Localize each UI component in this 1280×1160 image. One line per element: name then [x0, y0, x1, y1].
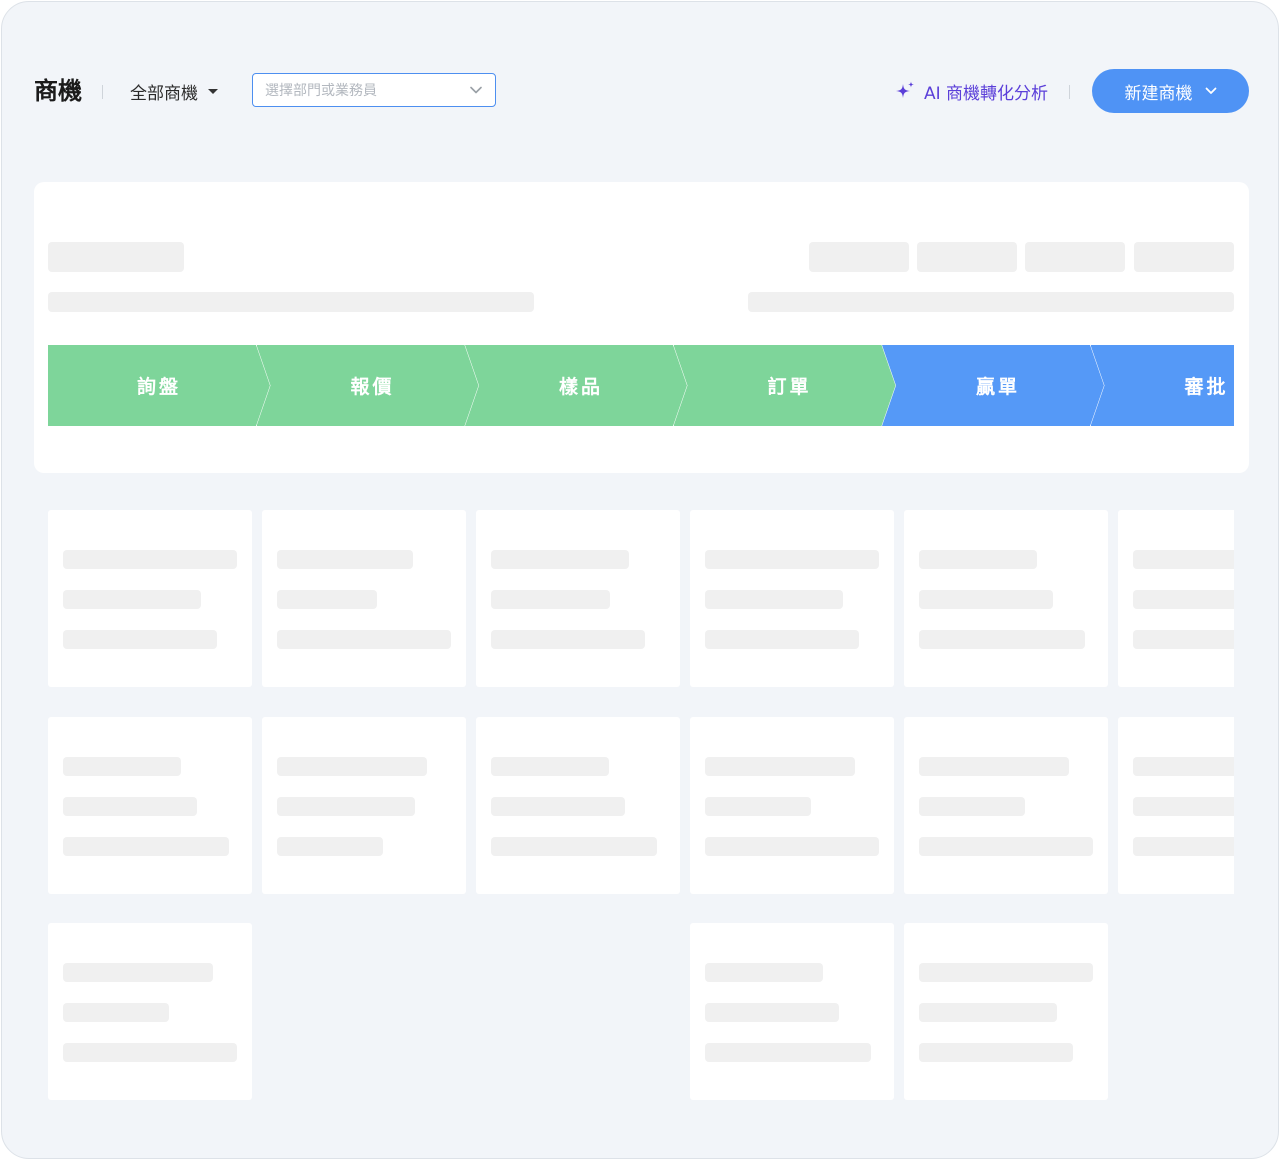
skeleton-line [491, 630, 645, 649]
skeleton-line [277, 796, 415, 816]
skeleton-line [919, 836, 1093, 856]
scope-filter-dropdown[interactable]: 全部商機 [118, 74, 230, 108]
skeleton-line [919, 796, 1025, 816]
new-opportunity-label: 新建商機 [1124, 83, 1193, 103]
skeleton-line [705, 1003, 839, 1022]
stage-label: 樣品 [558, 376, 603, 398]
skeleton-line [63, 1003, 169, 1022]
scope-filter-label: 全部商機 [130, 83, 198, 104]
stage-2[interactable]: 報價 [256, 345, 479, 426]
opportunity-card-skeleton[interactable] [476, 716, 680, 894]
ai-analysis-label: AI 商機轉化分析 [924, 83, 1049, 104]
opportunity-card-skeleton[interactable] [48, 510, 252, 687]
department-placeholder: 選擇部門或業務員 [265, 83, 377, 99]
opportunity-card-skeleton[interactable] [262, 716, 466, 894]
skeleton-line [63, 963, 213, 982]
opportunity-card-skeleton[interactable] [904, 716, 1108, 894]
stage-1[interactable]: 詢盤 [48, 345, 270, 426]
skeleton-line [919, 1003, 1057, 1022]
skeleton-line [705, 796, 811, 816]
caret-down-icon [208, 88, 218, 94]
skeleton-line [919, 1043, 1073, 1062]
skeleton-line [63, 756, 181, 776]
skeleton-line [705, 1043, 871, 1062]
skeleton-line [491, 590, 610, 609]
stage-3[interactable]: 樣品 [465, 345, 687, 426]
skeleton-line [1133, 630, 1234, 649]
opportunity-card-skeleton[interactable] [904, 510, 1108, 687]
skeleton-line [919, 756, 1069, 776]
skeleton-line [1133, 756, 1234, 776]
skeleton-line [1133, 836, 1234, 856]
opportunity-card-skeleton[interactable] [690, 923, 894, 1100]
skeleton-stat [917, 242, 1017, 272]
skeleton-line [277, 550, 413, 569]
header-divider [1069, 85, 1070, 99]
skeleton-line [748, 292, 1234, 312]
stage-label: 詢盤 [136, 376, 181, 398]
sparkle-icon [894, 80, 916, 102]
skeleton-line [63, 796, 197, 816]
skeleton-line [705, 590, 843, 609]
chevron-down-icon [469, 83, 483, 97]
skeleton-line [63, 590, 201, 609]
stage-5[interactable]: 贏單 [882, 345, 1104, 426]
skeleton-line [919, 630, 1085, 649]
page-title: 商機 [34, 77, 82, 105]
skeleton-stat [1025, 242, 1125, 272]
skeleton-line [919, 590, 1053, 609]
opportunity-card-skeleton[interactable] [48, 716, 252, 894]
stage-4[interactable]: 訂單 [673, 345, 896, 426]
stage-label: 報價 [350, 376, 395, 398]
stage-label: 審批 [1184, 376, 1229, 398]
skeleton-line [63, 836, 229, 856]
skeleton-line [491, 796, 625, 816]
opportunity-card-skeleton[interactable] [262, 510, 466, 687]
skeleton-line [919, 550, 1037, 569]
skeleton-line [705, 550, 879, 569]
stage-label: 贏單 [975, 376, 1020, 398]
skeleton-line [1133, 796, 1234, 816]
opportunity-card-skeleton[interactable] [1118, 510, 1234, 687]
skeleton-line [491, 550, 629, 569]
title-divider [102, 85, 103, 99]
skeleton-line [277, 756, 427, 776]
stage-label: 訂單 [767, 376, 812, 398]
opportunity-board [48, 510, 1234, 1110]
skeleton-line [491, 756, 609, 776]
skeleton-line [63, 1043, 237, 1062]
skeleton-line [491, 836, 657, 856]
skeleton-line [705, 630, 859, 649]
opportunity-card-skeleton[interactable] [690, 716, 894, 894]
ai-analysis-link[interactable]: AI 商機轉化分析 [894, 77, 1048, 105]
skeleton-line [1133, 590, 1234, 609]
opportunity-card-skeleton[interactable] [1118, 716, 1234, 894]
skeleton-line [1133, 550, 1234, 569]
skeleton-line [705, 836, 879, 856]
skeleton-line [277, 836, 383, 856]
skeleton-line [63, 550, 237, 569]
department-select[interactable]: 選擇部門或業務員 [252, 73, 496, 107]
pipeline-card: 詢盤 報價 樣品 訂單 贏單 審批 [34, 182, 1249, 473]
app-frame: 商機 全部商機 選擇部門或業務員 AI 商機轉化分析 新建商機 詢盤 報價 樣品… [1, 1, 1279, 1159]
skeleton-line [919, 963, 1093, 982]
skeleton-line [277, 590, 377, 609]
skeleton-title [48, 242, 184, 272]
pipeline-stages: 詢盤 報價 樣品 訂單 贏單 審批 [48, 345, 1234, 426]
opportunity-card-skeleton[interactable] [48, 923, 252, 1100]
skeleton-line [705, 963, 823, 982]
skeleton-line [48, 292, 534, 312]
chevron-down-icon [1205, 87, 1217, 95]
skeleton-stat [809, 242, 909, 272]
skeleton-line [63, 630, 217, 649]
skeleton-stat [1134, 242, 1234, 272]
skeleton-line [277, 630, 451, 649]
skeleton-line [705, 756, 855, 776]
opportunity-card-skeleton[interactable] [904, 923, 1108, 1100]
stage-6[interactable]: 審批 [1090, 345, 1234, 426]
new-opportunity-button[interactable]: 新建商機 [1092, 69, 1249, 113]
opportunity-card-skeleton[interactable] [690, 510, 894, 687]
opportunity-card-skeleton[interactable] [476, 510, 680, 687]
